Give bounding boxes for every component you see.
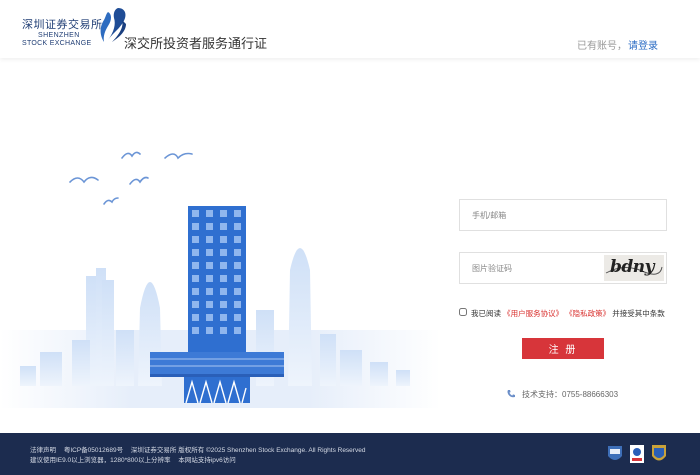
user-agreement-link[interactable]: 《用户服务协议》 <box>503 309 563 318</box>
tech-support: 技术支持：0755-88666303 <box>506 389 618 400</box>
szse-logo[interactable]: 深圳证券交易所 SHENZHEN STOCK EXCHANGE <box>22 6 130 50</box>
city-skyline-illustration <box>0 151 440 408</box>
icp-link[interactable]: 粤ICP备05012689号 <box>64 447 123 454</box>
have-account-text: 已有账号， <box>577 41 627 52</box>
logo-english-line1: SHENZHEN <box>38 32 80 39</box>
privacy-policy-link[interactable]: 《隐私政策》 <box>565 309 610 318</box>
logo-english-line2: STOCK EXCHANGE <box>22 40 92 47</box>
agree-prefix: 我已阅读 <box>471 309 501 318</box>
support-phone: 0755-88666303 <box>562 390 619 399</box>
phone-email-field[interactable] <box>459 199 667 231</box>
footer-line-2: 建议使用IE9.0以上浏览器，1280*800以上分辨率 本网站支持ipv6访问 <box>30 454 242 464</box>
top-header: 深圳证券交易所 SHENZHEN STOCK EXCHANGE 深交所投资者服务… <box>0 0 700 58</box>
birds-icon <box>69 151 193 205</box>
ipv6-text: 本网站支持ipv6访问 <box>178 457 236 464</box>
szse-tower-icon <box>150 206 284 404</box>
login-link[interactable]: 请登录 <box>628 37 658 52</box>
logo-chinese-name: 深圳证券交易所 <box>22 19 103 31</box>
agreement-text: 我已阅读 《用户服务协议》 《隐私政策》 并接受其中条款 <box>471 308 665 319</box>
phone-email-input[interactable] <box>460 200 666 230</box>
footer-badges <box>606 442 670 468</box>
captcha-code: bdny <box>610 257 655 277</box>
agree-suffix: 并接受其中条款 <box>612 309 665 318</box>
support-label: 技术支持： <box>522 390 562 399</box>
register-button[interactable]: 注 册 <box>522 338 604 359</box>
captcha-field[interactable]: bdny <box>459 252 667 284</box>
phone-icon <box>507 390 515 398</box>
captcha-input[interactable] <box>460 253 600 283</box>
browser-tip: 建议使用IE9.0以上浏览器，1280*800以上分辨率 <box>30 457 171 464</box>
police-badge-icon[interactable] <box>606 442 624 466</box>
agree-checkbox[interactable] <box>459 308 467 316</box>
copyright-text: 深圳证券交易所 版权所有 ©2025 Shenzhen Stock Exchan… <box>130 447 366 454</box>
background-buildings-left <box>20 268 162 386</box>
footer: 法律声明 粤ICP备05012689号 深圳证券交易所 版权所有 ©2025 S… <box>0 433 700 475</box>
network-police-icon[interactable] <box>628 442 646 466</box>
footer-line-1: 法律声明 粤ICP备05012689号 深圳证券交易所 版权所有 ©2025 S… <box>30 444 371 454</box>
legal-link[interactable]: 法律声明 <box>30 447 56 454</box>
captcha-image[interactable]: bdny <box>604 255 664 281</box>
trust-shield-icon[interactable] <box>650 442 668 466</box>
site-title: 深交所投资者服务通行证 <box>124 36 268 51</box>
